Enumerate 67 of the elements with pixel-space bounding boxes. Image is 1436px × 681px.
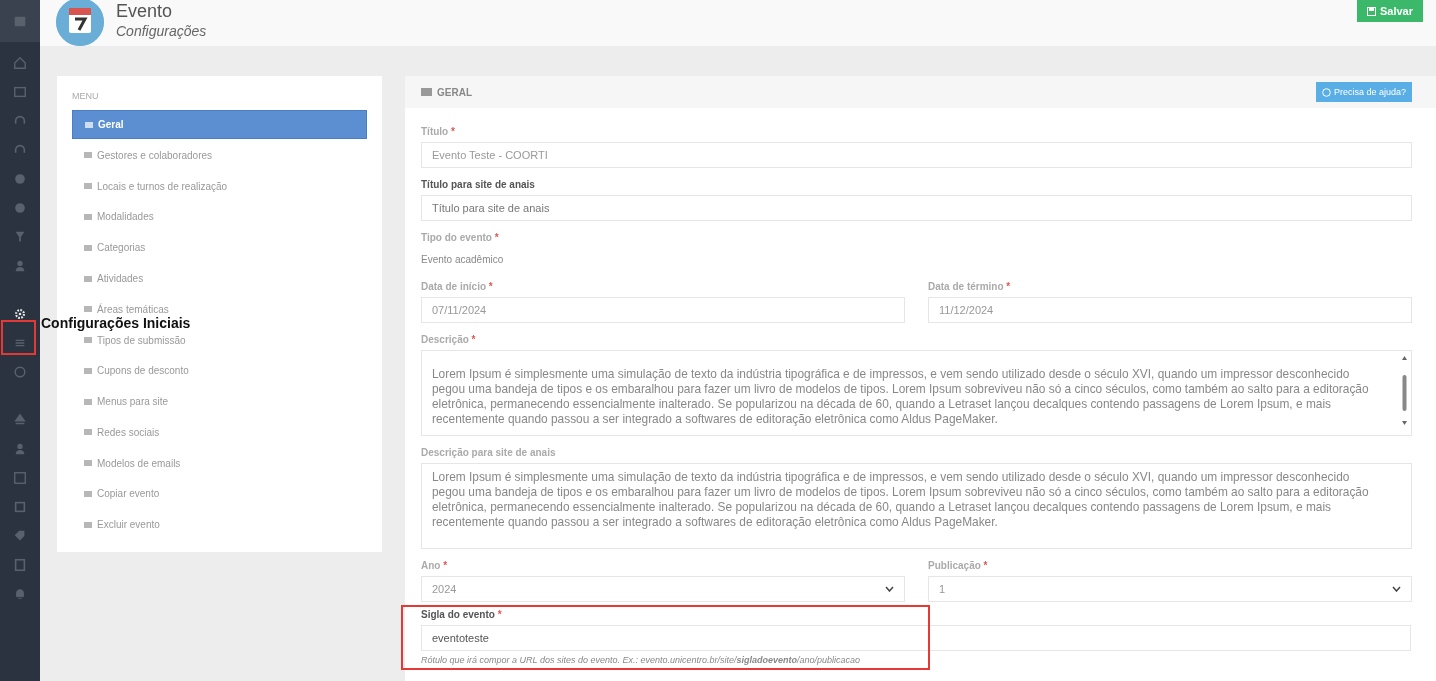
menu-item-icon bbox=[83, 519, 93, 530]
save-button[interactable]: Salvar bbox=[1356, 0, 1423, 22]
settings-icon[interactable] bbox=[13, 307, 27, 321]
help-text: Rótulo que irá compor a URL dos sites do evento. Ex.: evento.unicentro.br/site/sigladoevento/ano/publicacao bbox=[421, 655, 862, 665]
page-title: Evento bbox=[116, 0, 174, 22]
text-field[interactable]: eventoteste bbox=[421, 625, 1411, 651]
field-label: Sigla do evento * bbox=[421, 609, 503, 621]
field-label: Descrição para site de anais bbox=[421, 447, 557, 459]
field-value: Evento acadêmico bbox=[421, 254, 505, 265]
grid-icon[interactable] bbox=[13, 471, 27, 485]
bell-icon[interactable] bbox=[13, 587, 27, 601]
menu-item[interactable]: Cupons de desconto bbox=[72, 360, 367, 381]
menu-item-icon bbox=[83, 181, 93, 192]
field-label: Ano * bbox=[421, 560, 449, 572]
menu-item-icon bbox=[83, 427, 93, 438]
circle-icon[interactable] bbox=[13, 172, 27, 186]
menu-item[interactable]: Redes sociais bbox=[72, 422, 367, 443]
box-icon[interactable] bbox=[13, 500, 27, 514]
menu-item-icon bbox=[83, 150, 93, 161]
person-icon[interactable] bbox=[13, 259, 27, 273]
check-circle-icon[interactable] bbox=[13, 365, 27, 379]
menu-item-icon bbox=[83, 242, 93, 253]
person-icon[interactable] bbox=[13, 442, 27, 456]
field-label: Data de início * bbox=[421, 281, 494, 293]
menu-item[interactable]: Modalidades bbox=[72, 206, 367, 227]
chevron-down-icon bbox=[1392, 586, 1401, 592]
menu-item-icon bbox=[84, 119, 94, 130]
field-label: Título * bbox=[421, 126, 456, 138]
menu-item-icon bbox=[83, 304, 93, 315]
text-field[interactable]: Título para site de anais bbox=[421, 195, 1412, 221]
field-label: Data de término * bbox=[928, 281, 1012, 293]
menu-item[interactable]: Geral bbox=[72, 110, 367, 139]
highlight-frame bbox=[1, 320, 36, 355]
upload-icon[interactable] bbox=[13, 413, 27, 427]
menu-item-icon bbox=[83, 273, 93, 284]
menu-item-icon bbox=[83, 458, 93, 469]
home-icon[interactable] bbox=[13, 56, 27, 70]
menu-item[interactable]: Atividades bbox=[72, 268, 367, 289]
menu-item[interactable]: Excluir evento bbox=[72, 514, 367, 535]
menu-item[interactable]: Locais e turnos de realização bbox=[72, 176, 367, 197]
tag-icon[interactable] bbox=[13, 529, 27, 543]
field-label: Título para site de anais bbox=[421, 179, 536, 191]
menu-item-icon bbox=[83, 489, 93, 499]
menu-item[interactable]: Gestores e colaboradores bbox=[72, 145, 367, 166]
circle-icon[interactable] bbox=[13, 201, 27, 215]
menu-item[interactable]: Categorias bbox=[72, 237, 367, 258]
help-button[interactable]: Precisa de ajuda? bbox=[1315, 82, 1412, 102]
menu-item-icon bbox=[83, 211, 93, 222]
menu-heading: MENU bbox=[72, 91, 100, 101]
chevron-down-icon bbox=[885, 586, 894, 592]
menu-item-icon bbox=[83, 396, 93, 407]
menu-item[interactable]: Modelos de emails bbox=[72, 453, 367, 474]
help-icon bbox=[1321, 87, 1331, 97]
field-label: Publicação * bbox=[928, 560, 989, 572]
page-subtitle: Configurações bbox=[116, 22, 207, 40]
annotation-label: Configurações Iniciais bbox=[41, 315, 191, 331]
panel-title: GERAL bbox=[421, 86, 472, 98]
field-label: Tipo do evento * bbox=[421, 232, 500, 244]
menu-item[interactable]: Copiar evento bbox=[72, 484, 367, 504]
menu-item[interactable]: Menus para site bbox=[72, 391, 367, 412]
card-icon bbox=[421, 88, 432, 96]
field-label: Descrição * bbox=[421, 334, 477, 346]
document-icon[interactable] bbox=[13, 558, 27, 572]
menu-item[interactable]: Tipos de submissão bbox=[72, 330, 367, 351]
menu-item-icon bbox=[83, 365, 93, 376]
menu-item-icon bbox=[83, 335, 93, 346]
grid-icon[interactable] bbox=[13, 85, 27, 99]
